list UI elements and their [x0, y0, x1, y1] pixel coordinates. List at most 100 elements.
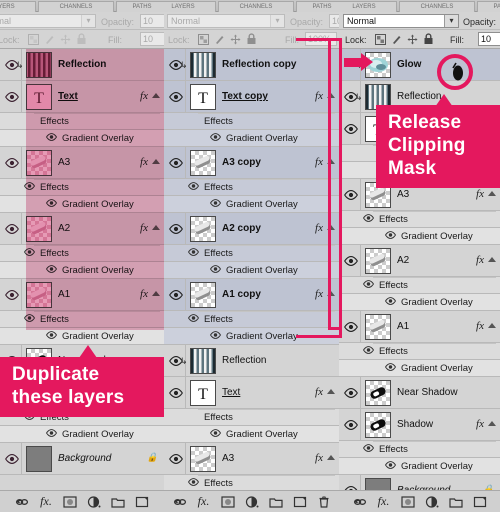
- chevron-down-icon[interactable]: ▾: [81, 15, 95, 27]
- mask-icon[interactable]: [63, 494, 78, 509]
- lock-position-icon[interactable]: [60, 34, 71, 45]
- eye-icon[interactable]: [24, 248, 35, 256]
- layer-visibility-toggle[interactable]: [2, 279, 22, 310]
- lock-all-icon[interactable]: [246, 33, 257, 45]
- effects-visibility-toggle[interactable]: [363, 280, 374, 291]
- eye-icon[interactable]: [168, 223, 183, 234]
- layer-thumbnail[interactable]: [190, 348, 216, 374]
- layer-name[interactable]: A3 copy: [222, 147, 261, 178]
- effects-group-row[interactable]: Effects: [164, 475, 339, 490]
- effect-row[interactable]: Gradient Overlay: [164, 130, 339, 147]
- eye-icon[interactable]: [343, 419, 358, 430]
- link-icon[interactable]: [172, 494, 187, 509]
- effects-visibility-toggle[interactable]: [188, 478, 199, 489]
- lock-image-pixels-icon[interactable]: [214, 34, 225, 45]
- eye-icon[interactable]: [188, 182, 199, 190]
- eye-icon[interactable]: [363, 444, 374, 452]
- effect-visibility-toggle[interactable]: [210, 429, 221, 440]
- eye-icon[interactable]: [385, 231, 396, 239]
- layer-thumbnail[interactable]: [26, 446, 52, 472]
- adjustment-icon[interactable]: [424, 494, 439, 509]
- fx-icon[interactable]: fx: [476, 320, 484, 332]
- layer-name[interactable]: Reflection copy: [222, 49, 296, 80]
- effect-visibility-toggle[interactable]: [46, 265, 57, 276]
- effects-group-row[interactable]: Effects: [164, 409, 339, 426]
- effects-group-row[interactable]: Effects: [164, 179, 339, 196]
- layer-row[interactable]: A1 fx: [339, 311, 500, 343]
- effects-visibility-toggle[interactable]: [24, 248, 35, 259]
- effect-visibility-toggle[interactable]: [46, 133, 57, 144]
- lock-image-pixels-icon[interactable]: [44, 34, 55, 45]
- effects-visibility-toggle[interactable]: [188, 314, 199, 325]
- eye-icon[interactable]: [210, 429, 221, 437]
- layer-visibility-toggle[interactable]: [2, 213, 22, 244]
- effect-row[interactable]: Gradient Overlay: [0, 196, 164, 213]
- layer-visibility-toggle[interactable]: [341, 475, 361, 490]
- fx-icon[interactable]: fx: [140, 222, 148, 234]
- expand-effects-toggle[interactable]: [327, 455, 335, 460]
- effect-row[interactable]: Gradient Overlay: [0, 426, 164, 443]
- layer-row[interactable]: A1 copy fx: [164, 279, 339, 311]
- effects-visibility-toggle[interactable]: [188, 182, 199, 193]
- layer-list-middle[interactable]: ↳ Reflection copy T Text copy fx Effects Gradi…: [164, 49, 339, 490]
- new-layer-icon[interactable]: [472, 494, 487, 509]
- new-layer-icon[interactable]: [135, 494, 150, 509]
- layer-visibility-toggle[interactable]: [341, 377, 361, 408]
- adjustment-icon[interactable]: [87, 494, 102, 509]
- layer-visibility-toggle[interactable]: [2, 81, 22, 112]
- link-icon[interactable]: [15, 494, 30, 509]
- effect-row[interactable]: Gradient Overlay: [164, 262, 339, 279]
- effect-visibility-toggle[interactable]: [385, 363, 396, 374]
- fx-icon[interactable]: fx: [315, 156, 323, 168]
- lock-position-icon[interactable]: [230, 34, 241, 45]
- effects-visibility-toggle[interactable]: [24, 182, 35, 193]
- layer-name[interactable]: A1: [58, 279, 70, 310]
- layer-visibility-toggle[interactable]: [2, 443, 22, 474]
- eye-icon[interactable]: [343, 123, 358, 134]
- eye-icon[interactable]: [168, 387, 183, 398]
- eye-icon[interactable]: [46, 199, 57, 207]
- effect-row[interactable]: Gradient Overlay: [339, 360, 500, 377]
- layer-visibility-toggle[interactable]: [166, 443, 186, 474]
- lock-position-icon[interactable]: [407, 34, 418, 45]
- eye-icon[interactable]: [363, 346, 374, 354]
- effects-visibility-toggle[interactable]: [363, 444, 374, 455]
- expand-effects-toggle[interactable]: [488, 421, 496, 426]
- group-icon[interactable]: [268, 494, 283, 509]
- expand-effects-toggle[interactable]: [327, 389, 335, 394]
- eye-icon[interactable]: [4, 91, 19, 102]
- fx-icon[interactable]: fx.: [39, 494, 54, 509]
- layer-thumbnail[interactable]: [190, 52, 216, 78]
- eye-icon[interactable]: [168, 453, 183, 464]
- eye-icon[interactable]: [46, 429, 57, 437]
- layer-thumbnail[interactable]: [26, 216, 52, 242]
- opacity-input[interactable]: 100%: [329, 14, 339, 28]
- effect-row[interactable]: Gradient Overlay: [339, 228, 500, 245]
- eye-icon[interactable]: [385, 297, 396, 305]
- layer-name[interactable]: A3: [58, 147, 70, 178]
- layer-thumbnail[interactable]: [26, 150, 52, 176]
- layer-thumbnail[interactable]: [26, 282, 52, 308]
- effects-group-row[interactable]: Effects: [339, 211, 500, 228]
- layer-row[interactable]: A2 copy fx: [164, 213, 339, 245]
- eye-icon[interactable]: [188, 314, 199, 322]
- expand-effects-toggle[interactable]: [152, 291, 160, 296]
- tab-paths[interactable]: PATHS: [477, 1, 500, 12]
- tab-channels[interactable]: CHANNELS: [38, 1, 114, 12]
- layer-row[interactable]: T Text copy fx: [164, 81, 339, 113]
- expand-effects-toggle[interactable]: [488, 323, 496, 328]
- effect-row[interactable]: Gradient Overlay: [339, 294, 500, 311]
- layer-thumbnail[interactable]: [26, 52, 52, 78]
- eye-icon[interactable]: [46, 133, 57, 141]
- tab-channels[interactable]: CHANNELS: [218, 1, 294, 12]
- layer-visibility-toggle[interactable]: [341, 113, 361, 144]
- group-icon[interactable]: [448, 494, 463, 509]
- layer-row[interactable]: Shadow fx: [339, 409, 500, 441]
- layer-visibility-toggle[interactable]: [341, 409, 361, 440]
- effects-group-row[interactable]: Effects: [0, 245, 164, 262]
- layer-name[interactable]: Text: [58, 81, 78, 112]
- eye-icon[interactable]: [343, 255, 358, 266]
- layer-row[interactable]: Background🔒: [339, 475, 500, 490]
- eye-icon[interactable]: [385, 363, 396, 371]
- eye-icon[interactable]: [46, 331, 57, 339]
